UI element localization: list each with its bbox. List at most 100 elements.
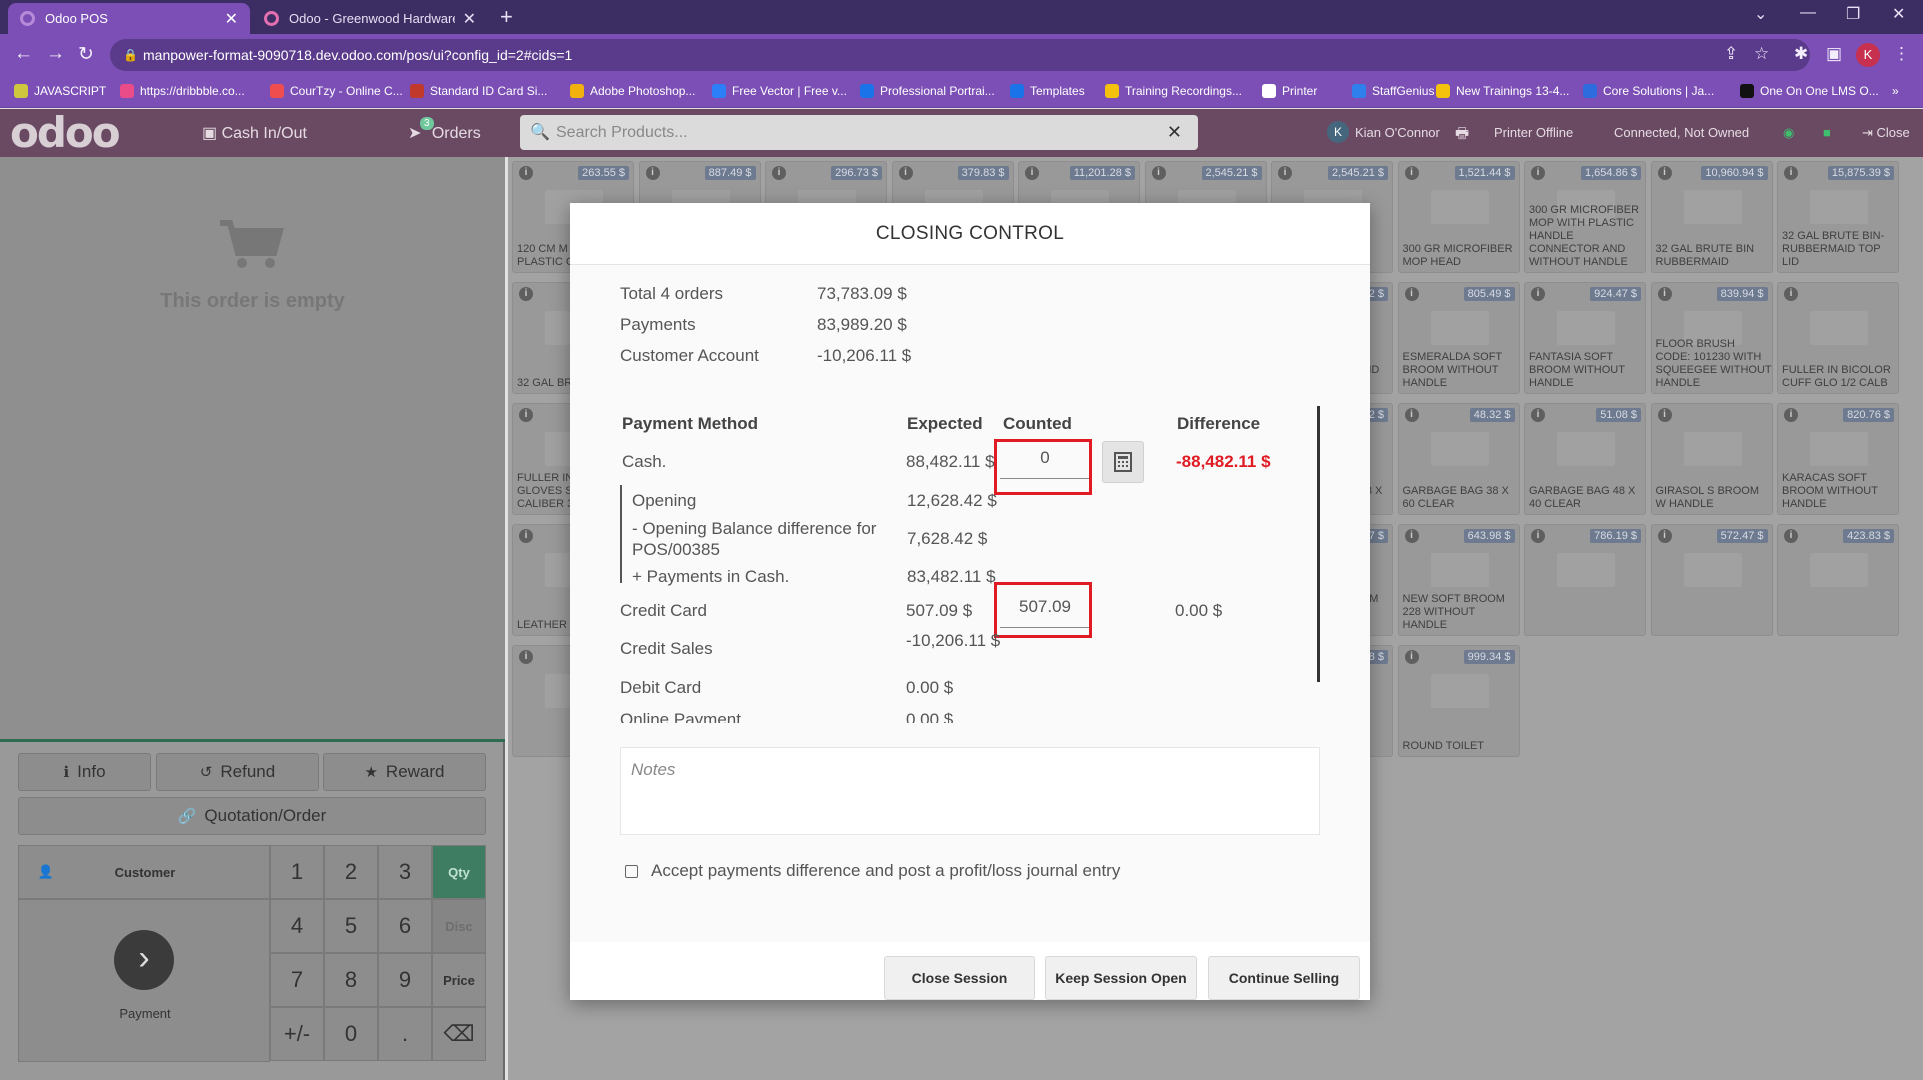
numpad-key-2[interactable]: 2 <box>324 845 378 899</box>
product-info-icon[interactable]: i <box>1404 408 1419 422</box>
product-card[interactable]: i 786.19 $ <box>1524 524 1646 636</box>
menu-icon[interactable]: ⋮ <box>1893 44 1910 64</box>
notes-textarea[interactable]: Notes <box>620 747 1320 835</box>
product-info-icon[interactable]: i <box>645 166 660 180</box>
product-info-icon[interactable]: i <box>1657 408 1672 422</box>
tab-greenwood[interactable]: Odoo - Greenwood Hardware ✕ <box>252 3 488 34</box>
refund-button[interactable]: ↺ Refund <box>156 753 319 791</box>
numpad-plus-minus[interactable]: +/- <box>270 1007 324 1061</box>
tab-odoo-pos[interactable]: Odoo POS ✕ <box>8 3 250 34</box>
product-card[interactable]: i GIRASOL S BROOM W HANDLE <box>1650 403 1773 515</box>
bookmark-item[interactable]: Free Vector | Free v... <box>712 84 847 98</box>
product-card[interactable]: i 48.32 $ GARBAGE BAG 38 X 60 CLEAR <box>1397 403 1520 515</box>
numpad-qty-mode[interactable]: Qty <box>432 845 486 899</box>
numpad-key-1[interactable]: 1 <box>270 845 324 899</box>
accept-difference-checkbox[interactable]: Accept payments difference and post a pr… <box>625 861 1120 881</box>
connection-status[interactable]: Connected, Not Owned <box>1614 125 1749 140</box>
profile-avatar[interactable]: K <box>1856 43 1880 67</box>
user-avatar[interactable]: K <box>1327 121 1349 143</box>
product-info-icon[interactable]: i <box>1151 166 1166 180</box>
numpad-key-8[interactable]: 8 <box>324 953 378 1007</box>
tab-search-icon[interactable]: ⌄ <box>1754 4 1767 24</box>
back-icon[interactable]: ← <box>14 43 33 65</box>
numpad-key-0[interactable]: 0 <box>324 1007 378 1061</box>
product-card[interactable]: i 820.76 $ KARACAS SOFT BROOM WITHOUT HAND… <box>1777 403 1899 515</box>
product-info-icon[interactable]: i <box>1531 166 1545 180</box>
product-info-icon[interactable]: i <box>1657 166 1672 180</box>
product-info-icon[interactable]: i <box>519 166 533 180</box>
close-window-button[interactable]: ✕ <box>1892 4 1905 24</box>
table-scrollbar[interactable] <box>1317 406 1320 682</box>
extensions-icon[interactable]: ✱ <box>1794 44 1808 64</box>
product-card[interactable]: i 15,875.39 $ 32 GAL BRUTE BIN-RUBBERMAID … <box>1777 161 1899 273</box>
product-info-icon[interactable]: i <box>1404 529 1419 543</box>
product-info-icon[interactable]: i <box>1531 408 1545 422</box>
product-info-icon[interactable]: i <box>519 408 533 422</box>
bookmark-item[interactable]: One On One LMS O... <box>1740 84 1879 98</box>
product-card[interactable]: i 643.98 $ NEW SOFT BROOM 228 WITHOUT HAND… <box>1397 524 1520 636</box>
product-card[interactable]: i FULLER IN BICOLOR CUFF GLO 1/2 CALB <box>1777 282 1899 394</box>
address-bar[interactable]: 🔒 manpower-format-9090718.dev.odoo.com/p… <box>110 39 1810 71</box>
product-card[interactable]: i 1,521.44 $ 300 GR MICROFIBER MOP HEAD <box>1397 161 1520 273</box>
checkbox-box[interactable] <box>625 864 638 878</box>
product-card[interactable]: i 51.08 $ GARBAGE BAG 48 X 40 CLEAR <box>1524 403 1646 515</box>
numpad-disc-mode[interactable]: Disc <box>432 899 486 953</box>
close-tab-icon[interactable]: ✕ <box>225 9 238 29</box>
close-pos-button[interactable]: ⇥ Close <box>1862 125 1910 141</box>
product-info-icon[interactable]: i <box>1404 650 1419 664</box>
numpad-decimal[interactable]: . <box>378 1007 432 1061</box>
product-card[interactable]: i 839.94 $ FLOOR BRUSH CODE: 101230 WITH S… <box>1650 282 1773 394</box>
product-info-icon[interactable]: i <box>1278 166 1292 180</box>
numpad-key-6[interactable]: 6 <box>378 899 432 953</box>
close-session-button[interactable]: Close Session <box>884 956 1035 1000</box>
bookmark-item[interactable]: New Trainings 13-4... <box>1436 84 1569 98</box>
bookmark-item[interactable]: Professional Portrai... <box>860 84 995 98</box>
restore-button[interactable]: ❐ <box>1846 4 1860 24</box>
orders-button[interactable]: ➤ Orders <box>408 123 481 143</box>
product-card[interactable]: i 10,960.94 $ 32 GAL BRUTE BIN RUBBERMAID <box>1650 161 1773 273</box>
product-info-icon[interactable]: i <box>519 287 533 301</box>
product-card[interactable]: i 1,654.86 $ 300 GR MICROFIBER MOP WITH PL… <box>1524 161 1646 273</box>
product-info-icon[interactable]: i <box>1657 529 1672 543</box>
product-card[interactable]: i 999.34 $ ROUND TOILET <box>1397 645 1520 757</box>
product-info-icon[interactable]: i <box>1784 287 1798 301</box>
close-tab-icon[interactable]: ✕ <box>463 9 476 29</box>
bookmark-item[interactable]: CourTzy - Online C... <box>270 84 403 98</box>
product-card[interactable]: i 805.49 $ ESMERALDA SOFT BROOM WITHOUT HA… <box>1397 282 1520 394</box>
numpad-key-7[interactable]: 7 <box>270 953 324 1007</box>
product-info-icon[interactable]: i <box>1784 529 1798 543</box>
numpad-backspace-icon[interactable]: ⌫ <box>432 1007 486 1061</box>
product-card[interactable]: i 572.47 $ <box>1650 524 1773 636</box>
product-info-icon[interactable]: i <box>1404 287 1419 301</box>
product-info-icon[interactable]: i <box>772 166 786 180</box>
share-icon[interactable]: ⇪ <box>1724 44 1738 64</box>
product-info-icon[interactable]: i <box>519 650 533 664</box>
calculator-button[interactable] <box>1102 441 1144 483</box>
bookmark-item[interactable]: JAVASCRIPT <box>14 84 106 98</box>
product-card[interactable]: i 924.47 $ FANTASIA SOFT BROOM WITHOUT HAN… <box>1524 282 1646 394</box>
product-info-icon[interactable]: i <box>898 166 913 180</box>
more-bookmarks-button[interactable]: » <box>1892 84 1899 98</box>
reload-icon[interactable]: ↻ <box>78 43 94 66</box>
bookmark-item[interactable]: Adobe Photoshop... <box>570 84 695 98</box>
quotation-order-button[interactable]: 🔗 Quotation/Order <box>18 797 486 835</box>
sidepanel-icon[interactable]: ▣ <box>1826 44 1842 64</box>
product-info-icon[interactable]: i <box>1404 166 1419 180</box>
numpad-key-3[interactable]: 3 <box>378 845 432 899</box>
bookmark-item[interactable]: StaffGenius <box>1352 84 1434 98</box>
product-search-input[interactable]: 🔍 Search Products... ✕ <box>520 115 1198 150</box>
clear-search-icon[interactable]: ✕ <box>1167 115 1182 150</box>
continue-selling-button[interactable]: Continue Selling <box>1208 956 1360 1000</box>
product-info-icon[interactable]: i <box>1025 166 1039 180</box>
customer-button[interactable]: 👤 Customer <box>18 845 270 899</box>
product-card[interactable]: i 423.83 $ <box>1777 524 1899 636</box>
bookmark-item[interactable]: Printer <box>1262 84 1317 98</box>
numpad-key-4[interactable]: 4 <box>270 899 324 953</box>
numpad-key-5[interactable]: 5 <box>324 899 378 953</box>
new-tab-button[interactable]: + <box>500 4 513 30</box>
keep-session-open-button[interactable]: Keep Session Open <box>1045 956 1197 1000</box>
product-info-icon[interactable]: i <box>1531 529 1545 543</box>
product-info-icon[interactable]: i <box>1784 166 1798 180</box>
bookmark-item[interactable]: Core Solutions | Ja... <box>1583 84 1714 98</box>
reward-button[interactable]: ★ Reward <box>323 753 486 791</box>
